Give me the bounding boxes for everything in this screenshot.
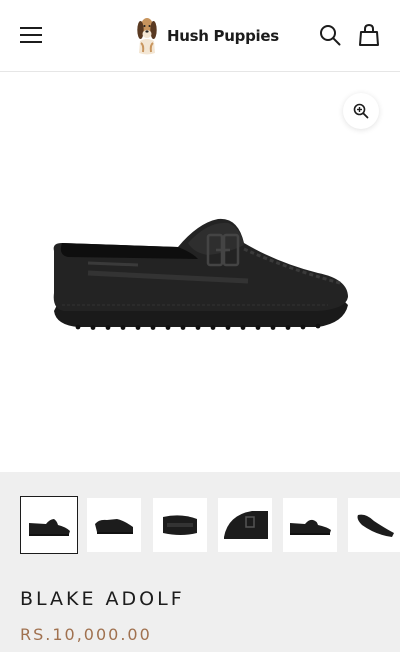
shoe-front-thumbnail	[290, 519, 331, 535]
thumbnail-2[interactable]	[87, 498, 141, 552]
menu-line	[20, 27, 42, 29]
thumbnail-4[interactable]	[218, 498, 272, 552]
thumbnail-strip[interactable]	[20, 496, 400, 554]
zoom-in-icon	[353, 103, 369, 119]
shoe-closeup-thumbnail	[224, 511, 268, 539]
brand-name: Hush Puppies	[167, 27, 279, 45]
thumbnail-5[interactable]	[283, 498, 337, 552]
product-price: RS.10,000.00	[20, 625, 152, 644]
thumbnail-6[interactable]	[348, 498, 400, 552]
shoe-side-thumbnail	[29, 519, 70, 536]
shoe-back-thumbnail	[163, 515, 197, 535]
zoom-button[interactable]	[343, 93, 379, 129]
menu-line	[20, 41, 42, 43]
product-title: BLAKE ADOLF	[20, 588, 185, 610]
brand-logo[interactable]: Hush Puppies	[134, 14, 279, 58]
menu-line	[20, 34, 42, 36]
thumbnail-1[interactable]	[20, 496, 78, 554]
loafer-shoe-image	[53, 218, 349, 330]
shopping-bag-icon[interactable]	[358, 23, 380, 47]
hamburger-menu-icon[interactable]	[20, 24, 44, 46]
thumbnail-3[interactable]	[153, 498, 207, 552]
site-header: Hush Puppies	[0, 0, 400, 72]
basset-hound-logo-icon	[137, 18, 157, 55]
product-info-section: BLAKE ADOLF RS.10,000.00	[0, 472, 400, 652]
shoe-angle-thumbnail	[95, 519, 133, 534]
search-icon[interactable]	[319, 24, 341, 46]
shoe-top-thumbnail	[357, 514, 394, 537]
product-image-main[interactable]	[0, 73, 400, 472]
